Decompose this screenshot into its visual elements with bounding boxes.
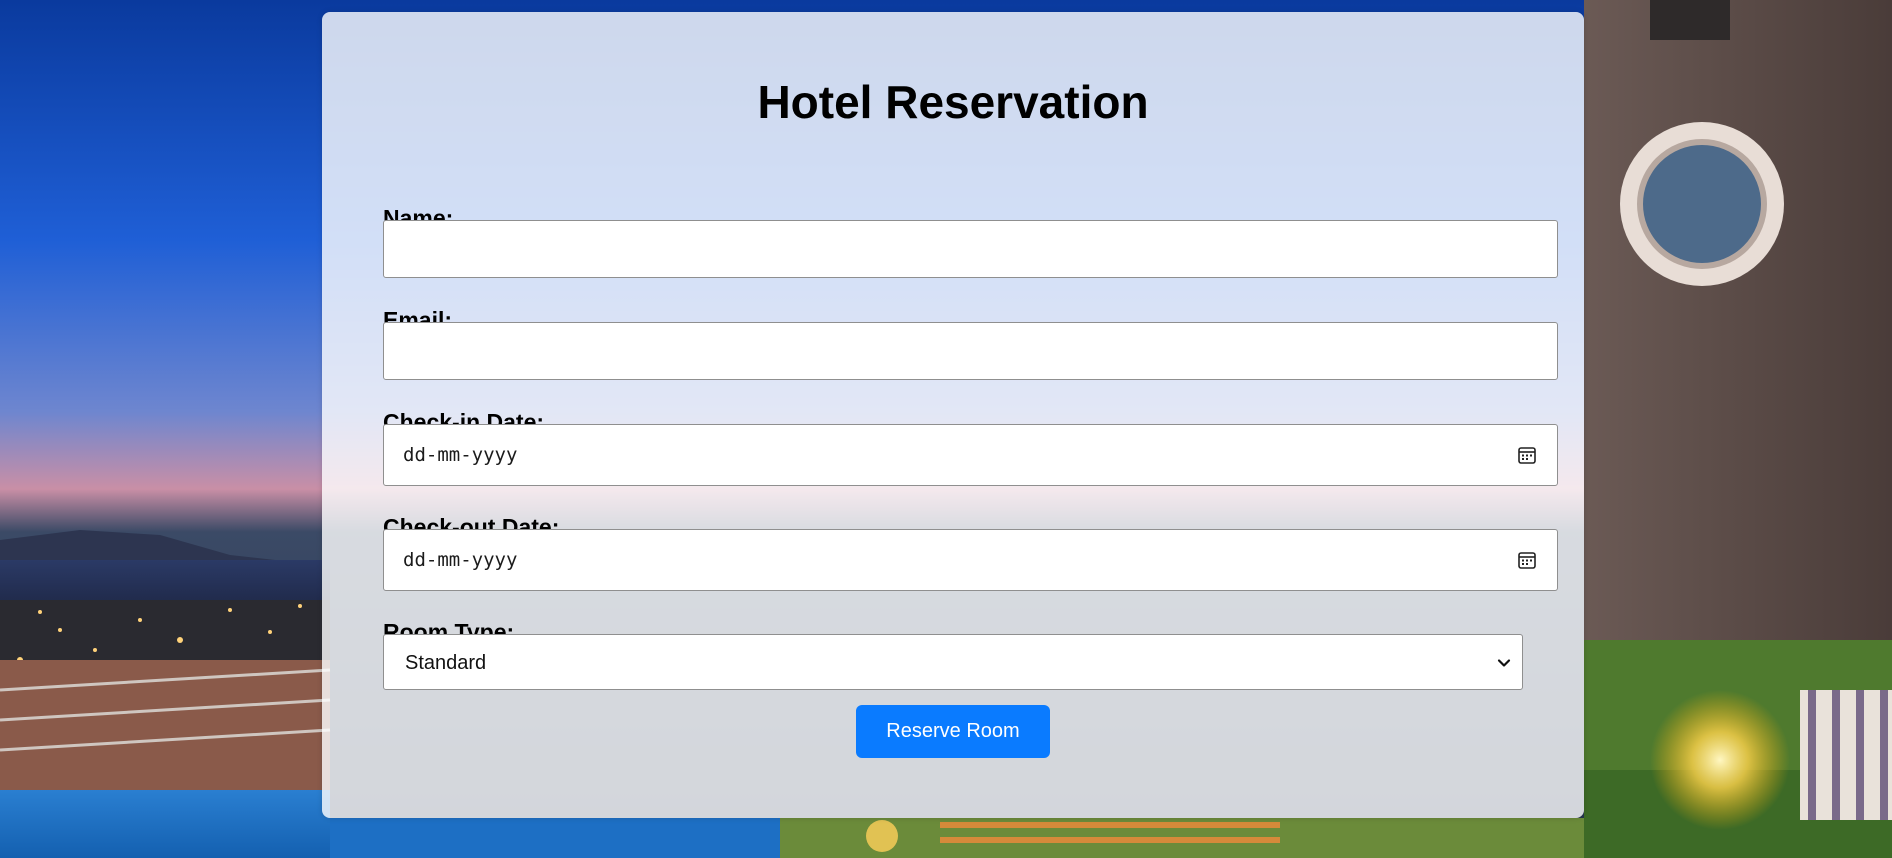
check-out-date-placeholder: dd-mm-yyyy	[403, 549, 518, 571]
room-type-select[interactable]: Standard	[383, 634, 1523, 690]
page-title: Hotel Reservation	[757, 76, 1149, 128]
reservation-form-card: Hotel Reservation Name: Email: Check-in …	[322, 12, 1584, 818]
chevron-down-icon	[1496, 655, 1512, 671]
email-input[interactable]	[383, 322, 1558, 380]
check-in-date-input[interactable]: dd-mm-yyyy	[383, 424, 1558, 486]
calendar-icon[interactable]	[1517, 550, 1537, 570]
reserve-room-button[interactable]: Reserve Room	[856, 705, 1050, 758]
check-out-date-input[interactable]: dd-mm-yyyy	[383, 529, 1558, 591]
name-input[interactable]	[383, 220, 1558, 278]
check-in-date-placeholder: dd-mm-yyyy	[403, 444, 518, 466]
room-type-selected-value: Standard	[405, 652, 487, 674]
calendar-icon[interactable]	[1517, 445, 1537, 465]
